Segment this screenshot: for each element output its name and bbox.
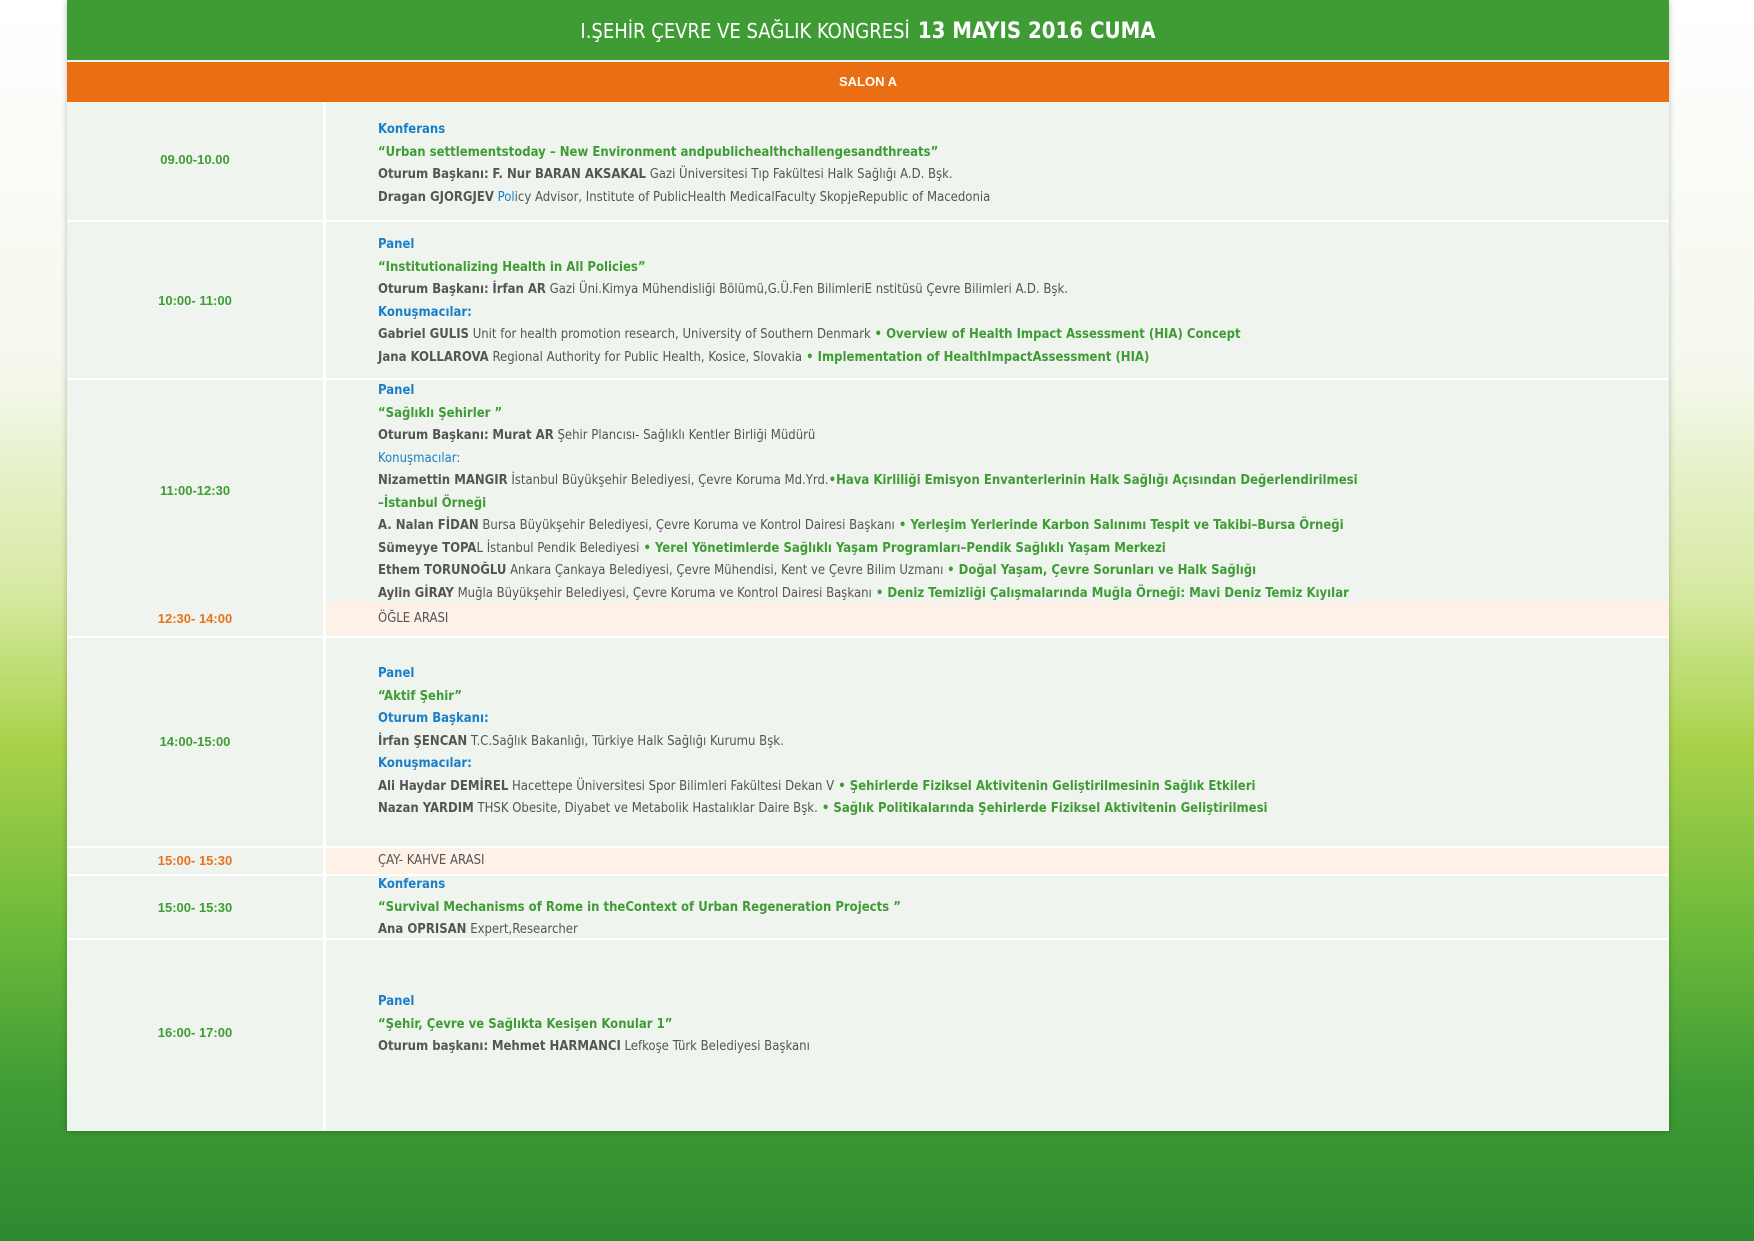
speaker-name: Ali Haydar DEMİREL xyxy=(378,778,509,794)
session-title: “Survival Mechanisms of Rome in theConte… xyxy=(378,899,901,915)
session-time: 14:00-15:00 xyxy=(159,734,231,749)
speaker-topic: • Deniz Temizliği Çalışmalarında Muğla Ö… xyxy=(871,585,1349,601)
session-time: 16:00- 17:00 xyxy=(157,1025,233,1040)
chair-name: İrfan ŞENCAN xyxy=(378,733,468,749)
chair-name: F. Nur BARAN AKSAKAL xyxy=(492,167,646,182)
session-time: 10:00- 11:00 xyxy=(158,293,232,308)
session-time: 09.00-10.00 xyxy=(160,152,230,167)
session-content: Panel “Institutionalizing Health in All … xyxy=(378,234,1649,369)
congress-title: I.ŞEHİR ÇEVRE VE SAĞLIK KONGRESİ xyxy=(580,19,910,43)
speaker-name: Nazan YARDIM xyxy=(378,801,474,816)
chair-label: Oturum Başkanı: xyxy=(378,167,489,182)
speaker-topic: • Overview of Health Impact Assessment (… xyxy=(874,327,1241,342)
speaker-name: Sümeyye TOPA xyxy=(378,540,477,556)
chair-name: Mehmet HARMANCI xyxy=(491,1039,621,1054)
break-content: ÖĞLE ARASI xyxy=(378,608,1649,631)
chair-name: İrfan AR xyxy=(492,282,546,297)
speaker-name: Ana OPRISAN xyxy=(378,922,467,937)
session-title: “Sağlıklı Şehirler ” xyxy=(378,405,503,421)
speaker-name: Ethem TORUNOĞLU xyxy=(378,563,507,578)
break-time: 12:30- 14:00 xyxy=(157,611,233,626)
speaker-name: A. Nalan FİDAN xyxy=(378,518,479,533)
chair-label: Oturum Başkanı: xyxy=(378,428,489,443)
session-type: Konferans xyxy=(378,877,446,892)
session-title: “Aktif Şehir” xyxy=(378,688,462,704)
program-panel: I.ŞEHİR ÇEVRE VE SAĞLIK KONGRESİ 13 MAYIS… xyxy=(67,0,1669,1131)
speaker-affiliation: İstanbul Büyükşehir Belediyesi, Çevre Ko… xyxy=(511,473,829,488)
speaker-affiliation: Regional Authority for Public Health, Ko… xyxy=(492,349,803,365)
session-type: Panel xyxy=(378,383,415,398)
speakers-label: Konuşmacılar: xyxy=(378,756,472,771)
session-type: Panel xyxy=(378,994,415,1009)
speaker-topic: •Hava Kirliliği Emisyon Envanterlerinin … xyxy=(828,473,1358,488)
speaker-name: Aylin GİRAY xyxy=(378,585,454,601)
chair-affiliation: T.C.Sağlık Bakanlığı, Türkiye Halk Sağlı… xyxy=(470,733,784,749)
chair-label: Oturum başkanı: xyxy=(378,1039,489,1054)
break-label: ÇAY- KAHVE ARASI xyxy=(378,853,485,868)
speaker-name: Gabriel GULIS xyxy=(378,327,469,342)
speaker-topic: • Sağlık Politikalarında Şehirlerde Fizi… xyxy=(817,801,1268,816)
chair-affiliation: Gazi Üni.Kimya Mühendisliği Bölümü,G.Ü.F… xyxy=(549,282,1068,297)
chair-name: Murat AR xyxy=(492,428,554,443)
session-title: “Urban settlementstoday – New Environmen… xyxy=(378,144,939,160)
speaker-affiliation: icy Advisor, Institute of PublicHealth M… xyxy=(514,189,991,205)
chair-affiliation: Lefkoşe Türk Belediyesi Başkanı xyxy=(624,1039,810,1054)
salon-header: SALON A xyxy=(67,62,1669,102)
session-title: “Şehir, Çevre ve Sağlıkta Kesişen Konula… xyxy=(378,1016,673,1032)
speaker-name: Jana KOLLAROVA xyxy=(378,349,489,365)
speaker-affiliation: Bursa Büyükşehir Belediyesi, Çevre Korum… xyxy=(482,518,895,533)
session-content: Konferans “Survival Mechanisms of Rome i… xyxy=(378,874,1649,942)
speakers-label: Konuşmacılar: xyxy=(378,450,461,466)
speaker-topic: • Yerleşim Yerlerinde Karbon Salınımı Te… xyxy=(894,518,1344,533)
session-content: Panel “Şehir, Çevre ve Sağlıkta Kesişen … xyxy=(378,991,1649,1059)
speaker-topic-continued: –İstanbul Örneği xyxy=(378,495,487,511)
congress-date: 13 MAYIS 2016 CUMA xyxy=(917,19,1156,44)
speaker-affiliation: Unit for health promotion research, Univ… xyxy=(472,327,875,342)
speaker-affiliation: Expert,Researcher xyxy=(470,922,578,937)
speaker-affiliation: THSK Obesite, Diyabet ve Metabolik Hasta… xyxy=(477,801,818,816)
session-type: Konferans xyxy=(378,122,446,137)
chair-affiliation: Şehir Plancısı- Sağlıklı Kentler Birliği… xyxy=(557,428,816,443)
session-time: 15:00- 15:30 xyxy=(157,900,233,915)
speaker-topic: • Implementation of HealthImpactAssessme… xyxy=(802,349,1150,365)
session-type: Panel xyxy=(378,237,415,252)
speaker-name: Dragan GJORGJEV xyxy=(378,189,494,205)
speaker-topic: • Doğal Yaşam, Çevre Sorunları ve Halk S… xyxy=(947,563,1257,578)
speaker-topic: • Yerel Yönetimlerde Sağlıklı Yaşam Prog… xyxy=(639,540,1166,556)
speaker-topic: • Şehirlerde Fiziksel Aktivitenin Gelişt… xyxy=(834,778,1256,794)
speaker-affiliation: L İstanbul Pendik Belediyesi xyxy=(476,540,640,556)
session-time: 11:00-12:30 xyxy=(159,483,231,498)
speaker-affiliation-start: Pol xyxy=(497,189,515,205)
speaker-name: Nizamettin MANGIR xyxy=(378,473,508,488)
speaker-affiliation: Muğla Büyükşehir Belediyesi, Çevre Korum… xyxy=(457,585,872,601)
chair-label: Oturum Başkanı: xyxy=(378,711,489,726)
session-content: Panel “Aktif Şehir” Oturum Başkanı: İrfa… xyxy=(378,663,1649,821)
session-content: Panel “Sağlıklı Şehirler ” Oturum Başkan… xyxy=(378,380,1649,605)
speaker-affiliation: Ankara Çankaya Belediyesi, Çevre Mühendi… xyxy=(510,563,948,578)
session-type: Panel xyxy=(378,666,415,681)
break-label: ÖĞLE ARASI xyxy=(378,611,449,626)
break-time: 15:00- 15:30 xyxy=(157,853,233,868)
congress-header: I.ŞEHİR ÇEVRE VE SAĞLIK KONGRESİ 13 MAYIS… xyxy=(67,0,1669,60)
chair-affiliation: Gazi Üniversitesi Tıp Fakültesi Halk Sağ… xyxy=(645,167,953,182)
speaker-affiliation: Hacettepe Üniversitesi Spor Bilimleri Fa… xyxy=(512,778,835,794)
speakers-label: Konuşmacılar: xyxy=(378,304,472,320)
session-title: “Institutionalizing Health in All Polici… xyxy=(378,259,646,275)
session-content: Konferans “Urban settlementstoday – New … xyxy=(378,119,1649,209)
chair-label: Oturum Başkanı: xyxy=(378,282,489,297)
break-content: ÇAY- KAHVE ARASI xyxy=(378,850,1649,873)
